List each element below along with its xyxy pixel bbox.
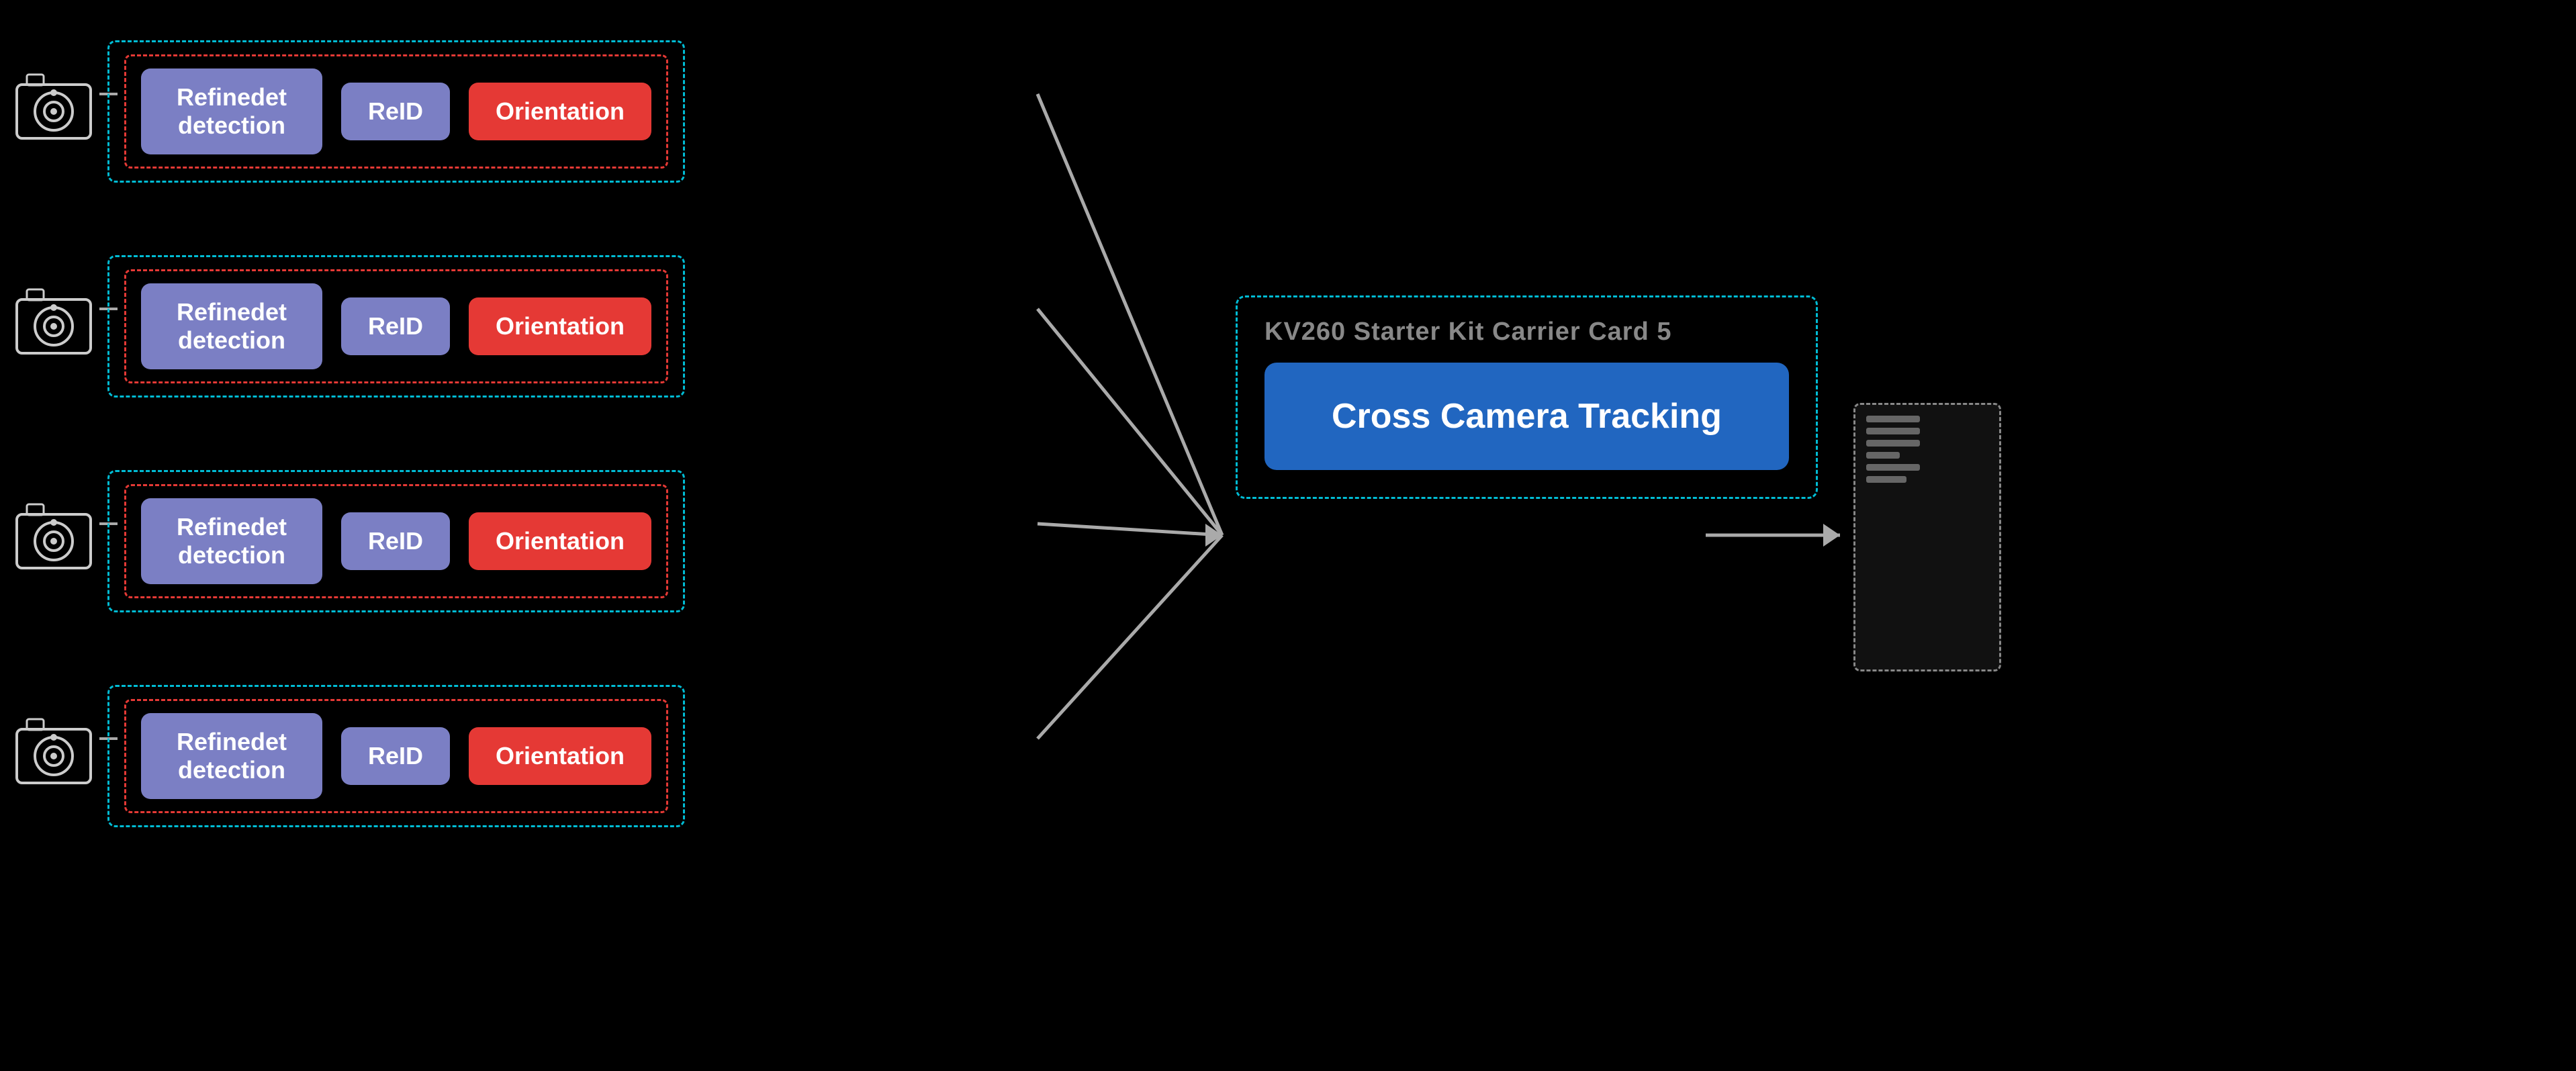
output-line-3 xyxy=(1866,440,1920,447)
camera-row-4: Refinedet detection ReID Orientation xyxy=(7,685,685,827)
camera-icon-4 xyxy=(7,709,101,803)
reid-btn-4: ReID xyxy=(341,727,450,785)
outer-box-3: Refinedet detection ReID Orientation xyxy=(107,470,685,612)
output-line-1 xyxy=(1866,416,1920,422)
output-lines xyxy=(1855,405,1999,494)
outer-box-4: Refinedet detection ReID Orientation xyxy=(107,685,685,827)
outer-box-2: Refinedet detection ReID Orientation xyxy=(107,255,685,398)
outer-box-1: Refinedet detection ReID Orientation xyxy=(107,40,685,183)
reid-btn-2: ReID xyxy=(341,297,450,355)
orientation-btn-4: Orientation xyxy=(469,727,651,785)
cross-camera-tracking-btn[interactable]: Cross Camera Tracking xyxy=(1264,363,1789,470)
inner-box-1: Refinedet detection ReID Orientation xyxy=(124,54,668,169)
orientation-btn-1: Orientation xyxy=(469,83,651,140)
refinedet-btn-3: Refinedet detection xyxy=(141,498,322,584)
inner-box-3: Refinedet detection ReID Orientation xyxy=(124,484,668,598)
refinedet-btn-4: Refinedet detection xyxy=(141,713,322,799)
kv260-label: KV260 Starter Kit Carrier Card 5 xyxy=(1264,318,1789,346)
output-line-6 xyxy=(1866,476,1906,483)
camera-icon-2 xyxy=(7,279,101,373)
output-box xyxy=(1853,403,2001,671)
reid-btn-3: ReID xyxy=(341,512,450,570)
reid-btn-1: ReID xyxy=(341,83,450,140)
output-line-2 xyxy=(1866,428,1920,434)
refinedet-btn-2: Refinedet detection xyxy=(141,283,322,369)
inner-box-4: Refinedet detection ReID Orientation xyxy=(124,699,668,813)
camera-row-3: Refinedet detection ReID Orientation xyxy=(7,470,685,612)
output-line-4 xyxy=(1866,452,1900,459)
camera-row-2: Refinedet detection ReID Orientation xyxy=(7,255,685,398)
output-line-5 xyxy=(1866,464,1920,471)
orientation-btn-3: Orientation xyxy=(469,512,651,570)
camera-icon-1 xyxy=(7,64,101,158)
refinedet-btn-1: Refinedet detection xyxy=(141,68,322,154)
camera-row-1: Refinedet detection ReID Orientation xyxy=(7,40,685,183)
orientation-btn-2: Orientation xyxy=(469,297,651,355)
kv260-container: KV260 Starter Kit Carrier Card 5 Cross C… xyxy=(1236,295,1818,499)
camera-icon-3 xyxy=(7,494,101,588)
diagram-container: Refinedet detection ReID Orientation Ref… xyxy=(0,0,2576,1071)
inner-box-2: Refinedet detection ReID Orientation xyxy=(124,269,668,383)
